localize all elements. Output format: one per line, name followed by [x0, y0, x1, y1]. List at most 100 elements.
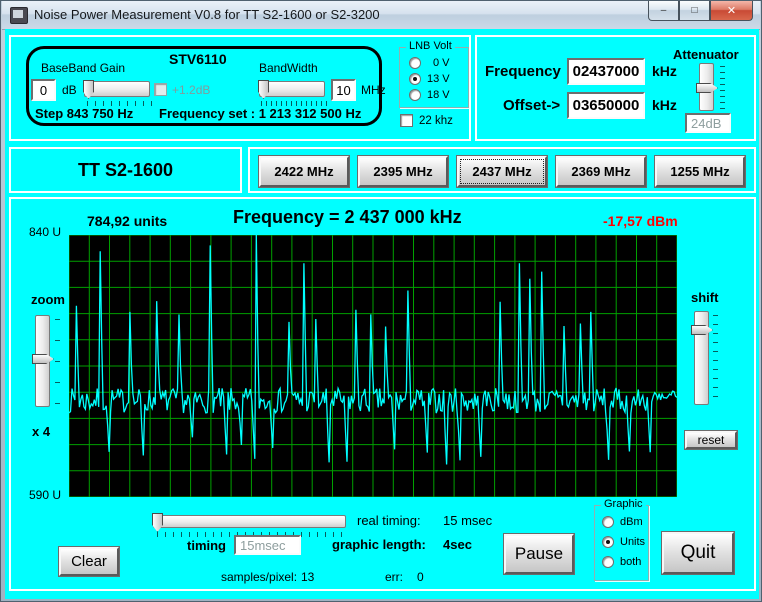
window: Noise Power Measurement V0.8 for TT S2-1…: [0, 0, 762, 602]
title-bar[interactable]: Noise Power Measurement V0.8 for TT S2-1…: [2, 1, 760, 30]
zoom-slider[interactable]: [32, 315, 54, 407]
dbm-readout: -17,57 dBm: [603, 213, 678, 229]
lnb-option-18v-label: 18 V: [427, 89, 450, 101]
reset-button[interactable]: reset: [685, 431, 737, 449]
offset-value: 03650000: [572, 97, 640, 114]
radio-icon[interactable]: [602, 536, 614, 548]
graph-title: Frequency = 2 437 000 kHz: [233, 207, 462, 227]
baseband-boost-label: +1.2dB: [172, 83, 211, 97]
real-timing-value: 15 msec: [443, 513, 493, 528]
err-label: err:: [385, 570, 403, 584]
frequency-unit-label: kHz: [652, 63, 677, 79]
zoom-ticks: [55, 319, 60, 407]
graphic-option-units-label: Units: [620, 536, 646, 548]
device-label: TT S2-1600: [77, 159, 174, 180]
lnb-volt-label: LNB Volt: [406, 40, 455, 52]
lnb-option-13v[interactable]: 13 V: [409, 73, 450, 85]
y-axis-top-label: 840 U: [29, 225, 62, 239]
baseband-gain-label: BaseBand Gain: [41, 61, 126, 75]
step-label: Step 843 750 Hz: [35, 106, 134, 121]
graphic-length-value: 4sec: [443, 537, 472, 552]
offset-unit-label: kHz: [652, 97, 677, 113]
offset-field[interactable]: 03650000: [567, 92, 645, 119]
lnb-option-13v-label: 13 V: [427, 73, 450, 85]
radio-icon[interactable]: [409, 73, 421, 85]
app-icon-screen: [13, 10, 23, 18]
shift-label: shift: [691, 290, 719, 305]
frequency-set-label: Frequency set : 1 213 312 500 Hz: [159, 106, 362, 121]
zoom-label: zoom: [31, 292, 65, 307]
bandwidth-label: BandWidth: [259, 61, 318, 75]
shift-slider[interactable]: [691, 311, 713, 405]
frequency-panel: Frequency 02437000 kHz Offset-> 03650000…: [475, 35, 756, 141]
tone-22khz-label: 22 khz: [419, 115, 453, 127]
bandwidth-field[interactable]: 10: [331, 79, 356, 101]
preset-2395mhz-button[interactable]: 2395 MHz: [358, 156, 448, 187]
radio-icon[interactable]: [602, 556, 614, 568]
quit-button[interactable]: Quit: [662, 532, 734, 574]
attenuator-slider-thumb[interactable]: [696, 83, 718, 93]
maximize-button[interactable]: □: [679, 1, 710, 21]
graphic-mode-group: Graphic dBm Units both: [594, 498, 649, 581]
tone-22khz-checkbox[interactable]: [400, 114, 413, 127]
lnb-option-0v-label: 0 V: [433, 57, 450, 69]
app-icon: [10, 7, 28, 24]
window-title: Noise Power Measurement V0.8 for TT S2-1…: [34, 7, 380, 22]
timing-slider-thumb[interactable]: [152, 513, 163, 532]
baseband-boost-checkbox[interactable]: [154, 83, 167, 96]
preset-2422mhz-button[interactable]: 2422 MHz: [259, 156, 349, 187]
preset-2437mhz-button[interactable]: 2437 MHz: [457, 156, 547, 187]
attenuator-ticks: [720, 66, 725, 109]
bandwidth-slider-thumb[interactable]: [258, 80, 269, 99]
shift-ticks: [713, 315, 718, 405]
timing-value: 15msec: [240, 537, 286, 553]
presets-panel: 2422 MHz 2395 MHz 2437 MHz 2369 MHz 1255…: [248, 147, 756, 193]
timing-label: timing: [187, 538, 226, 553]
frequency-label: Frequency: [485, 63, 561, 80]
graphic-option-both[interactable]: both: [602, 556, 641, 568]
graphic-length-label: graphic length:: [332, 537, 426, 552]
bandwidth-slider[interactable]: [258, 80, 325, 99]
samples-per-pixel-value: 13: [301, 570, 315, 584]
graphic-mode-label: Graphic: [601, 498, 646, 510]
baseband-gain-value: 0: [39, 82, 48, 98]
zoom-factor-label: x 4: [32, 424, 51, 439]
lnb-option-0v[interactable]: 0 V: [409, 57, 450, 69]
radio-icon[interactable]: [409, 57, 421, 69]
shift-slider-thumb[interactable]: [691, 325, 713, 335]
clear-button[interactable]: Clear: [59, 547, 119, 576]
attenuator-value: 24dB: [691, 115, 722, 131]
noise-plot: [69, 235, 677, 497]
baseband-gain-slider-thumb[interactable]: [83, 80, 94, 99]
graphic-option-units[interactable]: Units: [602, 536, 645, 548]
offset-label: Offset->: [503, 97, 561, 114]
device-panel: TT S2-1600: [9, 147, 242, 193]
timing-input[interactable]: 15msec: [234, 535, 301, 555]
timing-slider[interactable]: [152, 513, 346, 532]
attenuator-slider[interactable]: [696, 63, 718, 111]
lnb-option-18v[interactable]: 18 V: [409, 89, 450, 101]
minimize-icon: –: [660, 5, 667, 16]
radio-icon[interactable]: [602, 516, 614, 528]
graphic-option-dbm-label: dBm: [620, 516, 643, 528]
attenuator-field[interactable]: 24dB: [685, 113, 731, 133]
units-readout: 784,92 units: [87, 213, 168, 229]
zoom-slider-thumb[interactable]: [32, 354, 54, 364]
minimize-button[interactable]: –: [648, 1, 679, 21]
window-controls: – □ ✕: [648, 1, 753, 21]
baseband-gain-slider[interactable]: [83, 80, 150, 99]
lnb-volt-group: LNB Volt 0 V 13 V 18 V: [399, 40, 469, 108]
tuner-panel: BaseBand Gain STV6110 BandWidth 0 dB +1.…: [9, 35, 471, 141]
preset-1255mhz-button[interactable]: 1255 MHz: [655, 156, 745, 187]
preset-2369mhz-button[interactable]: 2369 MHz: [556, 156, 646, 187]
graph-panel: 784,92 units Frequency = 2 437 000 kHz -…: [9, 197, 756, 591]
close-button[interactable]: ✕: [710, 1, 753, 21]
real-timing-label: real timing:: [357, 513, 421, 528]
graphic-option-dbm[interactable]: dBm: [602, 516, 643, 528]
pause-button[interactable]: Pause: [504, 534, 574, 574]
baseband-gain-field[interactable]: 0: [31, 79, 56, 101]
radio-icon[interactable]: [409, 89, 421, 101]
bandwidth-value: 10: [336, 82, 351, 98]
err-value: 0: [417, 570, 424, 584]
frequency-field[interactable]: 02437000: [567, 58, 645, 85]
